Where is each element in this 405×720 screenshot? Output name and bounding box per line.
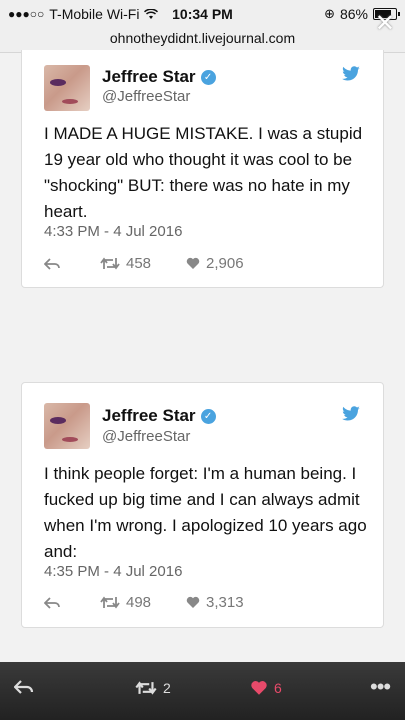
tweet-actions: 458 2,906: [44, 255, 244, 272]
author-name-text[interactable]: Jeffree Star: [102, 406, 196, 426]
url-text[interactable]: ohnotheydidnt.livejournal.com: [110, 30, 295, 46]
status-left: ●●●○○ T-Mobile Wi-Fi: [8, 6, 159, 22]
reply-icon: [44, 257, 60, 270]
retweet-icon: [100, 596, 120, 609]
bottom-toolbar: 2 6 •••: [0, 662, 405, 720]
tweet-author-name[interactable]: Jeffree Star ✓: [102, 67, 216, 87]
author-name-text[interactable]: Jeffree Star: [102, 67, 196, 87]
like-count: 2,906: [206, 255, 244, 272]
retweet-count: 458: [126, 255, 152, 272]
reply-button[interactable]: [44, 257, 76, 270]
battery-percent: 86%: [339, 6, 368, 22]
like-count: 3,313: [206, 594, 244, 611]
retweet-count: 498: [126, 594, 152, 611]
retweet-button[interactable]: 498: [100, 594, 186, 611]
heart-icon: [186, 596, 200, 608]
rotation-lock-icon: ⊕: [324, 6, 335, 21]
tweet-author-handle[interactable]: @JeffreeStar: [102, 428, 190, 445]
twitter-bird-icon[interactable]: [341, 66, 361, 82]
reblog-count: 2: [163, 680, 171, 696]
tweet-card[interactable]: Jeffree Star ✓ @JeffreeStar I think peop…: [21, 382, 384, 628]
carrier-label: T-Mobile Wi-Fi: [49, 6, 140, 22]
wifi-icon: [144, 8, 159, 19]
verified-icon: ✓: [200, 69, 216, 85]
tweet-text: I MADE A HUGE MISTAKE. I was a stupid 19…: [44, 124, 363, 221]
tweet-timestamp[interactable]: 4:35 PM - 4 Jul 2016: [44, 563, 182, 580]
status-bar: ●●●○○ T-Mobile Wi-Fi 10:34 PM ⊕ 86%: [0, 0, 405, 28]
reply-button[interactable]: [44, 596, 76, 609]
retweet-button[interactable]: 458: [100, 255, 186, 272]
like-count: 6: [274, 680, 282, 696]
heart-icon: [251, 681, 267, 695]
signal-icon: ●●●○○: [8, 7, 45, 21]
close-icon[interactable]: ✕: [375, 12, 395, 36]
tweet-actions: 498 3,313: [44, 594, 244, 611]
heart-icon: [186, 257, 200, 269]
reblog-button[interactable]: 2: [135, 680, 171, 696]
retweet-icon: [100, 257, 120, 270]
more-options-icon[interactable]: •••: [370, 674, 391, 700]
twitter-bird-icon[interactable]: [341, 406, 361, 422]
avatar[interactable]: [44, 403, 90, 449]
like-button[interactable]: 3,313: [186, 594, 244, 611]
like-button[interactable]: 6: [250, 680, 282, 696]
reply-icon: [44, 596, 60, 609]
tweet-card[interactable]: Jeffree Star ✓ @JeffreeStar I MADE A HUG…: [21, 50, 384, 288]
like-button[interactable]: 2,906: [186, 255, 244, 272]
avatar[interactable]: [44, 65, 90, 111]
tweet-timestamp[interactable]: 4:33 PM - 4 Jul 2016: [44, 223, 182, 240]
reblog-icon: [135, 681, 157, 695]
tweet-author-name[interactable]: Jeffree Star ✓: [102, 406, 216, 426]
back-arrow-icon: [14, 680, 34, 694]
back-button[interactable]: [14, 680, 34, 694]
tweet-author-handle[interactable]: @JeffreeStar: [102, 88, 190, 105]
verified-icon: ✓: [200, 408, 216, 424]
tweet-text: I think people forget: I'm a human being…: [44, 464, 367, 561]
